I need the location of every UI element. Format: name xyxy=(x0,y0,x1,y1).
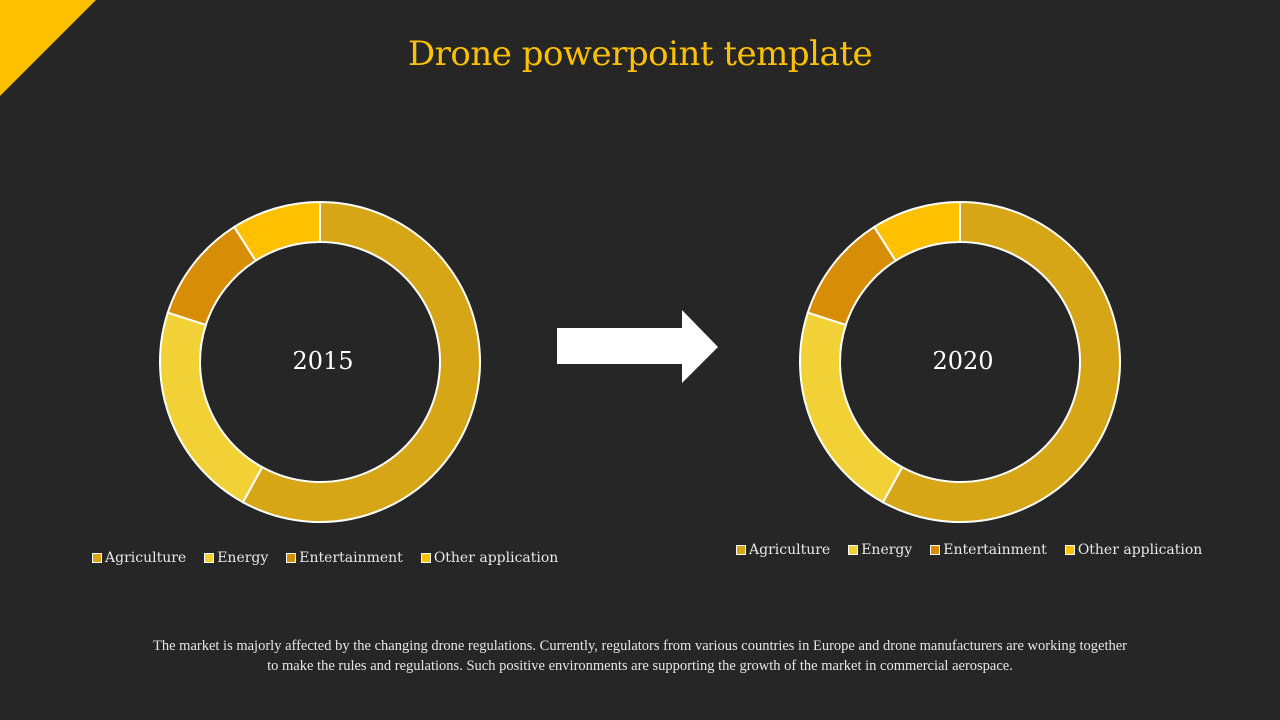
legend-2015: Agriculture Energy Entertainment Other appl… xyxy=(92,550,558,566)
description-text: The market is majorly affected by the ch… xyxy=(153,638,1127,674)
legend-label: Energy xyxy=(861,542,913,558)
legend-swatch xyxy=(930,545,941,555)
legend-swatch xyxy=(204,553,215,563)
slide-title: Drone powerpoint template xyxy=(407,34,873,74)
legend-item-energy: Energy xyxy=(848,542,912,558)
legend-swatch xyxy=(286,553,297,563)
legend-item-other-application: Other application xyxy=(1064,542,1203,558)
donut-slice-energy xyxy=(799,311,904,504)
legend-label: Entertainment xyxy=(299,550,403,566)
legend-item-entertainment: Entertainment xyxy=(930,542,1047,558)
right-arrow-icon xyxy=(557,310,718,383)
legend-item-agriculture: Agriculture xyxy=(736,542,830,558)
legend-swatch xyxy=(1064,545,1075,555)
legend-item-entertainment: Entertainment xyxy=(286,550,403,566)
legend-swatch xyxy=(420,553,431,563)
legend-label: Other application xyxy=(1077,542,1203,558)
legend-2020: Agriculture Energy Entertainment Other appl… xyxy=(736,542,1202,558)
donut-center-label: 2015 xyxy=(292,347,353,375)
donut-chart-2015: 2015 xyxy=(159,200,481,523)
legend-swatch xyxy=(92,553,102,563)
legend-label: Entertainment xyxy=(943,542,1047,558)
legend-label: Energy xyxy=(217,550,269,566)
legend-label: Agriculture xyxy=(749,542,831,558)
legend-label: Other application xyxy=(433,550,559,566)
legend-swatch xyxy=(736,545,746,555)
donut-center-label: 2020 xyxy=(932,347,993,375)
legend-swatch xyxy=(848,545,859,555)
legend-item-agriculture: Agriculture xyxy=(92,550,186,566)
legend-item-other-application: Other application xyxy=(420,550,559,566)
legend-item-energy: Energy xyxy=(204,550,268,566)
legend-label: Agriculture xyxy=(105,550,187,566)
donut-chart-2020: 2020 xyxy=(799,200,1121,523)
donut-slice-energy xyxy=(159,311,264,504)
